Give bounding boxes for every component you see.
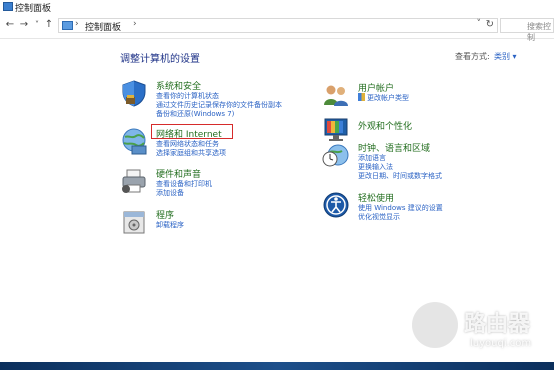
watermark-url: luyouqi.com [470, 338, 532, 349]
category-title[interactable]: 外观和个性化 [358, 119, 412, 132]
link-label: 更改帐户类型 [367, 94, 409, 102]
uac-shield-icon [358, 93, 365, 101]
chevron-down-icon[interactable]: ˅ [477, 19, 482, 29]
address-bar[interactable]: › 控制面板 › ˅ ↻ [58, 18, 498, 33]
control-panel-icon [3, 2, 13, 11]
link-homegroup-sharing[interactable]: 选择家庭组和共享选项 [156, 148, 226, 158]
view-by-label: 查看方式: [455, 52, 490, 61]
view-by-dropdown[interactable]: 类别 ▾ [494, 51, 517, 62]
clock-globe-icon [322, 144, 349, 167]
breadcrumb-control-panel[interactable]: 控制面板 [85, 20, 121, 33]
recent-locations-dropdown[interactable]: ˅ [31, 20, 43, 29]
search-input[interactable]: 搜索控制 [500, 18, 554, 42]
forward-button[interactable]: → [18, 19, 30, 30]
chevron-right-icon[interactable]: › [75, 19, 79, 29]
category-hardware-sound: 硬件和声音 查看设备和打印机 添加设备 [120, 167, 320, 201]
ease-of-access-icon [323, 192, 349, 218]
router-logo-icon [412, 302, 458, 348]
window-title: 控制面板 [15, 4, 52, 14]
navigation-bar: ← → ˅ ↑ › 控制面板 › ˅ ↻ 搜索控制 [0, 14, 554, 42]
link-add-device[interactable]: 添加设备 [156, 188, 184, 198]
category-appearance: 外观和个性化 [322, 115, 522, 143]
title-bar: 控制面板 [0, 0, 554, 14]
printer-icon [122, 169, 146, 193]
page-title: 调整计算机的设置 [120, 54, 200, 65]
control-panel-icon [62, 21, 73, 30]
shield-icon [122, 80, 146, 107]
back-button[interactable]: ← [4, 19, 16, 30]
network-icon [122, 128, 147, 155]
watermark-text: 路由器 [464, 312, 531, 337]
watermark: 路由器 luyouqi.com [412, 302, 552, 362]
category-clock-language-region: 时钟、语言和区域 添加语言 更换输入法 更改日期、时间或数字格式 [322, 141, 522, 185]
link-backup-restore[interactable]: 备份和还原(Windows 7) [156, 109, 234, 119]
up-button[interactable]: ↑ [43, 19, 55, 30]
programs-icon [123, 211, 145, 234]
link-optimize-visual-display[interactable]: 优化视觉显示 [358, 212, 400, 222]
highlight-box [151, 124, 233, 139]
category-system-security: 系统和安全 查看你的计算机状态 通过文件历史记录保存你的文件备份副本 备份和还原… [120, 79, 320, 119]
category-ease-of-access: 轻松使用 使用 Windows 建议的设置 优化视觉显示 [322, 191, 522, 225]
refresh-button[interactable]: ↻ [486, 19, 494, 30]
appearance-icon [324, 118, 348, 141]
link-change-account-type[interactable]: 更改帐户类型 [358, 93, 409, 103]
category-programs: 程序 卸载程序 [120, 208, 320, 236]
taskbar [0, 362, 554, 370]
chevron-right-icon[interactable]: › [133, 19, 137, 29]
link-change-date-time-format[interactable]: 更改日期、时间或数字格式 [358, 171, 442, 181]
category-user-accounts: 用户帐户 更改帐户类型 [322, 81, 522, 111]
link-uninstall-program[interactable]: 卸载程序 [156, 220, 184, 230]
users-icon [324, 85, 348, 106]
